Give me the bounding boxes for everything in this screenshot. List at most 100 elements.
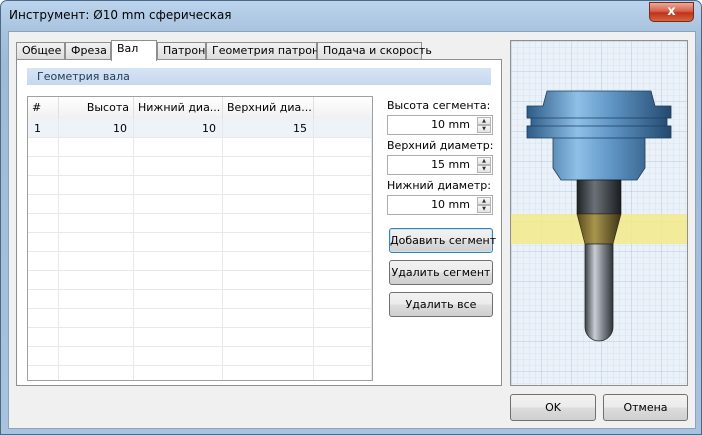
empty-cell [134, 252, 223, 271]
empty-cell [59, 233, 134, 252]
empty-table-row [28, 309, 372, 328]
segment-height-spinner[interactable]: 10 mm ▲ ▼ [387, 115, 493, 135]
empty-cell [314, 233, 372, 252]
empty-cell [59, 157, 134, 176]
empty-cell [314, 214, 372, 233]
empty-cell [223, 252, 314, 271]
empty-table-row [28, 290, 372, 309]
tab-shaft[interactable]: Вал [111, 40, 157, 61]
close-button[interactable]: x [649, 2, 694, 22]
empty-cell [28, 347, 59, 366]
spin-up-icon[interactable]: ▲ [477, 117, 491, 125]
empty-cell [134, 347, 223, 366]
column-header-index[interactable]: # [28, 97, 59, 119]
empty-cell [134, 195, 223, 214]
column-header-upper-diameter[interactable]: Верхний диа... [223, 97, 314, 119]
empty-cell [59, 252, 134, 271]
lower-diameter-spinner[interactable]: 10 mm ▲ ▼ [387, 195, 493, 215]
title-bar[interactable]: Инструмент: Ø10 mm сферическая x [1, 1, 701, 31]
empty-cell [314, 290, 372, 309]
delete-segment-button[interactable]: Удалить сегмент [389, 260, 493, 285]
empty-table-row [28, 195, 372, 214]
empty-cell [59, 366, 134, 380]
empty-table-row [28, 328, 372, 347]
empty-cell [59, 347, 134, 366]
tab-holder-geometry[interactable]: Геометрия патрона [206, 42, 326, 60]
taper-segment-shape [576, 213, 622, 245]
empty-cell [59, 138, 134, 157]
tab-label: Общее [22, 44, 62, 57]
empty-cell [134, 328, 223, 347]
empty-table-row [28, 157, 372, 176]
close-icon: x [667, 4, 676, 19]
empty-cell [314, 195, 372, 214]
cell-upper-diameter: 15 [223, 119, 314, 138]
cell-filler [314, 119, 372, 138]
column-header-lower-diameter[interactable]: Нижний диа... [134, 97, 223, 119]
tab-label: Геометрия патрона [212, 44, 326, 57]
empty-cell [223, 309, 314, 328]
tab-label: Фреза [71, 44, 107, 57]
cell-height: 10 [59, 119, 134, 138]
add-segment-button[interactable]: Добавить сегмент [389, 228, 496, 253]
lower-diameter-label: Нижний диаметр: [387, 179, 491, 192]
empty-table-row [28, 347, 372, 366]
empty-cell [134, 214, 223, 233]
upper-diameter-value[interactable]: 15 mm [431, 158, 470, 171]
empty-cell [223, 214, 314, 233]
empty-table-row [28, 138, 372, 157]
empty-cell [314, 252, 372, 271]
empty-cell [59, 309, 134, 328]
empty-cell [314, 347, 372, 366]
tab-feed-speed[interactable]: Подача и скорость [317, 42, 432, 60]
lower-diameter-value[interactable]: 10 mm [431, 198, 470, 211]
empty-cell [28, 233, 59, 252]
delete-all-button[interactable]: Удалить все [389, 292, 493, 317]
section-header: Геометрия вала [27, 68, 491, 85]
tool-preview-canvas [511, 41, 687, 385]
empty-cell [314, 309, 372, 328]
upper-diameter-label: Верхний диаметр: [387, 139, 494, 152]
empty-cell [59, 328, 134, 347]
dialog-client-area: Общее Фреза Вал Патрон Геометрия патрона… [8, 31, 696, 429]
empty-cell [314, 157, 372, 176]
table-row[interactable]: 1 10 10 15 [28, 119, 372, 138]
empty-cell [28, 138, 59, 157]
empty-cell [223, 157, 314, 176]
ok-button[interactable]: OK [510, 394, 596, 421]
spin-up-icon[interactable]: ▲ [477, 157, 491, 165]
empty-cell [223, 176, 314, 195]
empty-cell [223, 138, 314, 157]
segment-height-label: Высота сегмента: [387, 99, 491, 112]
column-header-height[interactable]: Высота [59, 97, 134, 119]
cell-index: 1 [28, 119, 59, 138]
empty-cell [28, 214, 59, 233]
empty-cell [314, 366, 372, 380]
empty-table-row [28, 271, 372, 290]
tab-holder[interactable]: Патрон [157, 42, 206, 60]
empty-cell [223, 290, 314, 309]
tab-general[interactable]: Общее [16, 42, 65, 60]
empty-cell [134, 366, 223, 380]
segments-grid[interactable]: # Высота Нижний диа... Верхний диа... 1 … [27, 96, 373, 381]
empty-cell [223, 233, 314, 252]
spin-up-icon[interactable]: ▲ [477, 197, 491, 205]
empty-cell [28, 157, 59, 176]
tab-label: Вал [117, 42, 139, 55]
cancel-button[interactable]: Отмена [603, 394, 688, 421]
tab-label: Подача и скорость [323, 44, 432, 57]
spin-down-icon[interactable]: ▼ [477, 165, 491, 173]
tab-label: Патрон [163, 44, 206, 57]
upper-diameter-spinner[interactable]: 15 mm ▲ ▼ [387, 155, 493, 175]
empty-cell [134, 233, 223, 252]
segment-height-value[interactable]: 10 mm [431, 118, 470, 131]
spin-down-icon[interactable]: ▼ [477, 205, 491, 213]
empty-cell [59, 271, 134, 290]
spin-down-icon[interactable]: ▼ [477, 125, 491, 133]
shaft-shape [576, 179, 622, 215]
empty-cell [28, 252, 59, 271]
empty-cell [314, 176, 372, 195]
window-title: Инструмент: Ø10 mm сферическая [9, 8, 232, 22]
tab-cutter[interactable]: Фреза [65, 42, 111, 60]
empty-cell [134, 271, 223, 290]
